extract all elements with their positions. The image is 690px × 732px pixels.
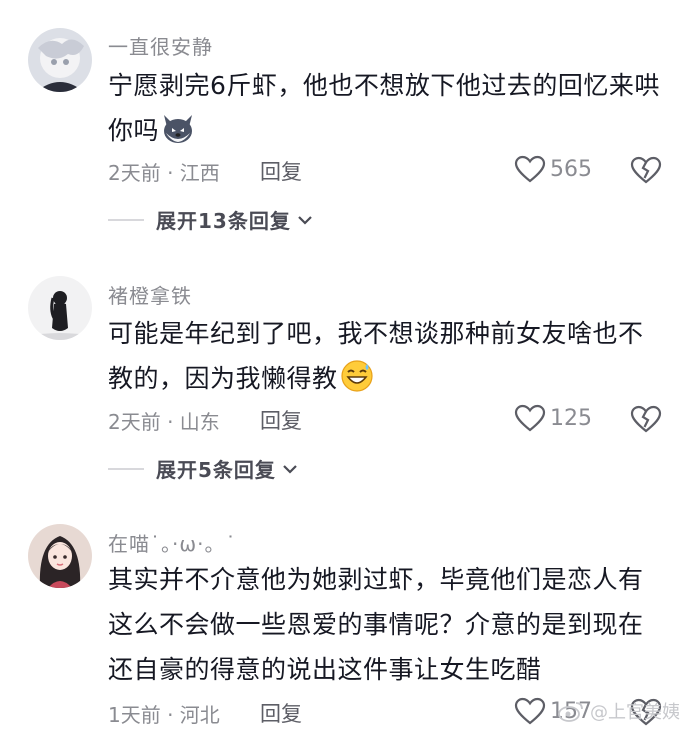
chevron-down-icon (283, 464, 297, 474)
like-button[interactable]: 125 (514, 404, 592, 432)
expand-replies-button[interactable]: 展开13条回复 (108, 205, 313, 234)
username[interactable]: 褚橙拿铁 (108, 280, 192, 309)
like-count: 125 (550, 405, 592, 431)
broken-heart-icon[interactable] (630, 156, 662, 184)
heart-icon (514, 697, 546, 725)
like-button[interactable]: 565 (514, 155, 592, 183)
comment-meta: 2天前 · 山东 (108, 410, 220, 434)
chevron-down-icon (298, 215, 312, 225)
expand-replies-label: 展开13条回复 (156, 209, 291, 233)
username[interactable]: 在喵˙。·ω·。˙ (108, 528, 236, 557)
watermark-text: @上官美姨 (590, 702, 680, 723)
avatar[interactable] (28, 28, 92, 92)
broken-heart-icon[interactable] (630, 405, 662, 433)
expand-replies-label: 展开5条回复 (156, 458, 276, 482)
heart-icon (514, 404, 546, 432)
divider (108, 467, 144, 470)
comment-text: 可能是年纪到了吧，我不想谈那种前女友啥也不教的，因为我懒得教 (108, 311, 668, 401)
username[interactable]: 一直很安静 (108, 31, 213, 60)
reply-button[interactable]: 回复 (260, 698, 302, 728)
weibo-watermark: @上官美姨 (558, 698, 680, 724)
heart-icon (514, 155, 546, 183)
husky-face-emoji (164, 115, 193, 143)
reply-button[interactable]: 回复 (260, 156, 302, 186)
expand-replies-button[interactable]: 展开5条回复 (108, 454, 298, 483)
grinning-sweat-emoji (340, 360, 373, 392)
comment-text: 其实并不介意他为她剥过虾，毕竟他们是恋人有这么不会做一些恩爱的事情呢？介意的是到… (108, 565, 644, 684)
divider (108, 218, 144, 221)
comment-meta: 1天前 · 河北 (108, 703, 220, 727)
reply-button[interactable]: 回复 (260, 405, 302, 435)
like-count: 565 (550, 156, 592, 182)
avatar[interactable] (28, 524, 92, 588)
weibo-logo-icon (558, 702, 583, 722)
comment-text: 宁愿剥完6斤虾，他也不想放下他过去的回忆来哄你吗 (108, 63, 668, 153)
comment-body: 可能是年纪到了吧，我不想谈那种前女友啥也不教的，因为我懒得教 (108, 319, 644, 393)
avatar[interactable] (28, 276, 92, 340)
comment-meta: 2天前 · 江西 (108, 161, 220, 185)
